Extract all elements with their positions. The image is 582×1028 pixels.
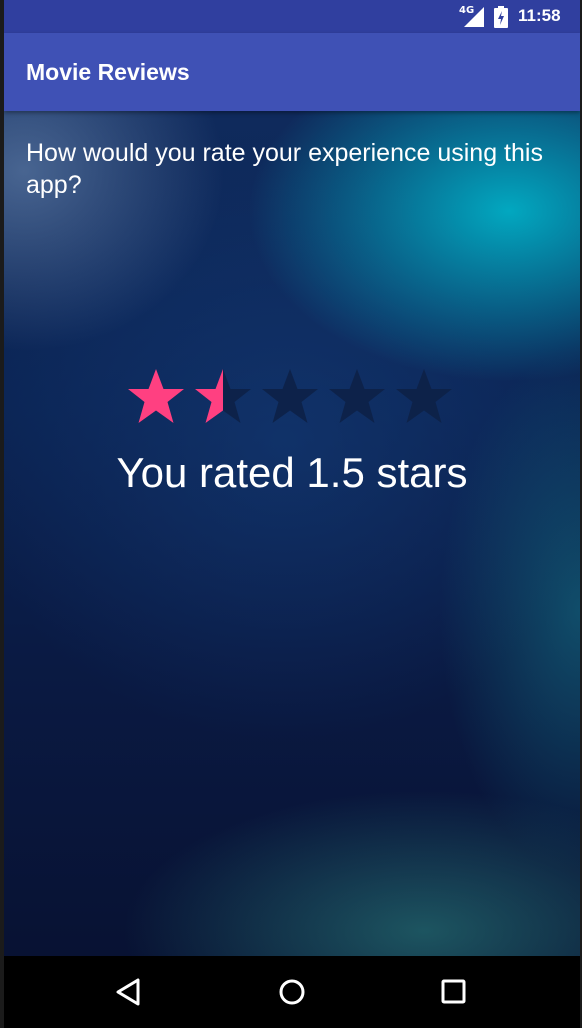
status-time: 11:58 xyxy=(518,6,561,25)
rating-star-icon[interactable] xyxy=(126,367,186,427)
navigation-bar xyxy=(4,956,580,1028)
app-title: Movie Reviews xyxy=(26,59,190,85)
rating-question: How would you rate your experience using… xyxy=(26,139,543,199)
rating-star-icon[interactable] xyxy=(193,367,253,427)
rating-star-icon[interactable] xyxy=(260,367,320,427)
recents-icon[interactable] xyxy=(434,974,474,1010)
battery-icon xyxy=(494,6,508,28)
rating-bar[interactable] xyxy=(126,367,466,427)
back-icon[interactable] xyxy=(109,974,149,1010)
content-area: How would you rate your experience using… xyxy=(4,111,580,956)
rating-result-text: You rated 1.5 stars xyxy=(116,449,468,496)
rating-star-icon[interactable] xyxy=(394,367,454,427)
home-icon[interactable] xyxy=(272,974,312,1010)
status-bar: 4G 11:58 xyxy=(4,0,580,33)
app-bar: Movie Reviews xyxy=(4,33,580,111)
signal-icon xyxy=(464,7,484,27)
phone-screen: 4G 11:58 Movie Reviews How would you rat… xyxy=(4,0,580,1028)
rating-star-icon[interactable] xyxy=(327,367,387,427)
